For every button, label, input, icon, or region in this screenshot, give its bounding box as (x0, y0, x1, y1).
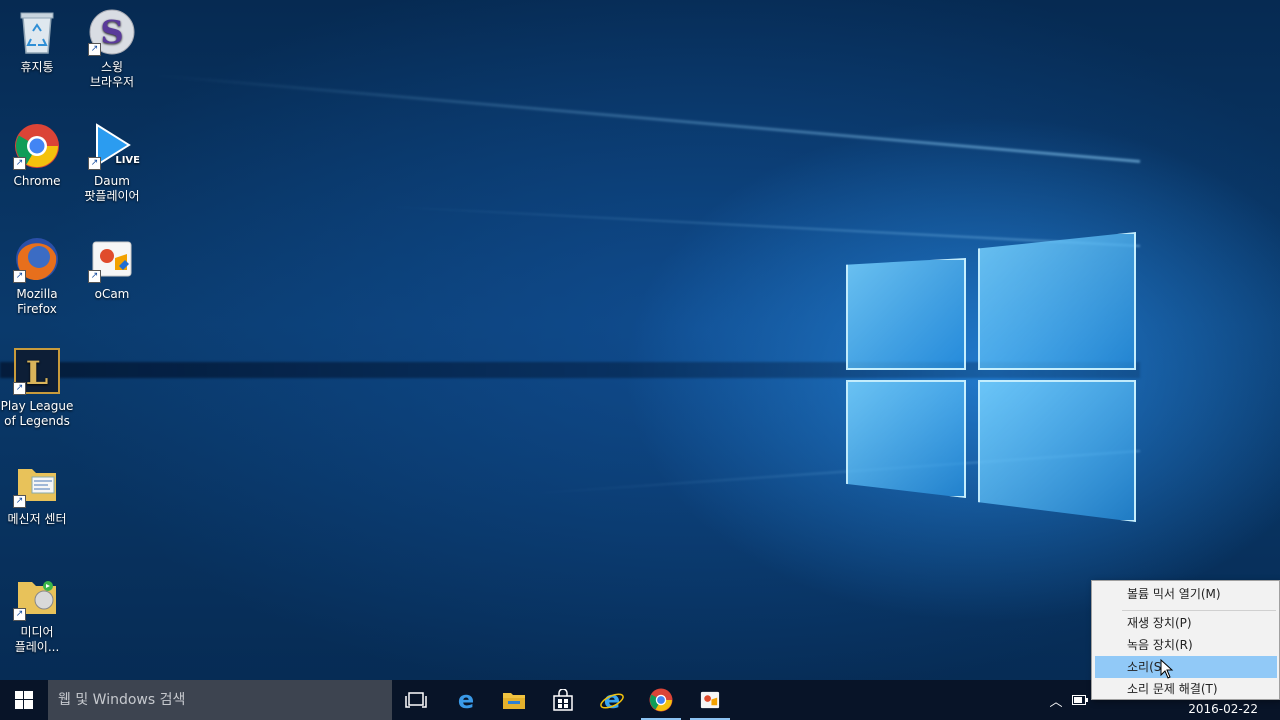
desktop-icon-label: 메신저 센터 (7, 512, 67, 526)
desktop-icon-league-of-legends[interactable]: L ↗ Play League of Legends (0, 347, 74, 429)
menu-item-sounds[interactable]: 소리(S) (1095, 656, 1277, 678)
menu-item-label: 재생 장치(P) (1127, 616, 1192, 630)
svg-text:e: e (458, 688, 474, 712)
shortcut-arrow-icon: ↗ (13, 157, 26, 170)
desktop-icon-daum-potplayer[interactable]: LIVE ↗ Daum 팟플레이어 (75, 122, 149, 204)
menu-item-open-volume-mixer[interactable]: 볼륨 믹서 열기(M) (1095, 583, 1277, 605)
battery-icon (1072, 695, 1088, 705)
mouse-cursor-icon (1160, 659, 1174, 679)
shortcut-arrow-icon: ↗ (88, 43, 101, 56)
shortcut-arrow-icon: ↗ (13, 608, 26, 621)
windows-logo-pane (978, 380, 1136, 522)
desktop-icon-recycle-bin[interactable]: 휴지통 (0, 8, 74, 75)
desktop-icon-label: 미디어 플레이... (14, 625, 60, 654)
search-placeholder: 웹 및 Windows 검색 (58, 692, 186, 708)
league-of-legends-icon: L ↗ (13, 347, 61, 395)
internet-explorer-icon: e (600, 688, 624, 712)
shortcut-arrow-icon: ↗ (88, 157, 101, 170)
desktop-icon-label: Mozilla Firefox (16, 287, 58, 316)
desktop-icon-firefox[interactable]: ↗ Mozilla Firefox (0, 235, 74, 317)
taskbar-edge-button[interactable]: e (442, 680, 490, 720)
desktop-icon-label: Daum 팟플레이어 (84, 174, 140, 203)
task-view-icon (405, 692, 427, 708)
start-button[interactable] (0, 680, 48, 720)
shortcut-arrow-icon: ↗ (88, 270, 101, 283)
wallpaper-shadow-band (0, 362, 1140, 378)
menu-item-label: 볼륨 믹서 열기(M) (1127, 587, 1221, 601)
menu-separator (1122, 610, 1276, 611)
live-badge: LIVE (115, 155, 140, 166)
ocam-icon: ↗ (88, 235, 136, 283)
daum-potplayer-icon: LIVE ↗ (88, 122, 140, 170)
windows-logo-pane (978, 232, 1136, 370)
menu-item-label: 녹음 장치(R) (1127, 638, 1193, 652)
windows-logo-icon (15, 691, 33, 709)
taskbar: 웹 및 Windows 검색 e e ︿ 2016-02-22 (0, 680, 1280, 720)
menu-item-playback-devices[interactable]: 재생 장치(P) (1095, 612, 1277, 634)
svg-text:S: S (100, 13, 123, 51)
menu-item-troubleshoot-sound[interactable]: 소리 문제 해결(T) (1095, 678, 1277, 700)
file-explorer-icon (503, 693, 525, 709)
ocam-icon (700, 691, 720, 709)
desktop-icon-label: oCam (94, 287, 130, 301)
taskbar-ocam-button[interactable] (686, 680, 734, 720)
shortcut-arrow-icon: ↗ (13, 495, 26, 508)
task-view-button[interactable] (392, 680, 440, 720)
messenger-center-folder-icon: ↗ (13, 460, 61, 508)
firefox-icon: ↗ (13, 235, 61, 283)
wallpaper-light-beam (380, 205, 1141, 247)
swing-browser-icon: S ↗ (88, 8, 136, 56)
taskbar-store-button[interactable] (539, 680, 587, 720)
desktop-icon-chrome[interactable]: ↗ Chrome (0, 122, 74, 189)
recycle-bin-icon (13, 8, 61, 56)
power-tray-button[interactable] (1070, 680, 1090, 720)
taskbar-internet-explorer-button[interactable]: e (588, 680, 636, 720)
volume-context-menu: 볼륨 믹서 열기(M) 재생 장치(P) 녹음 장치(R) 소리(S) 소리 문… (1091, 580, 1280, 700)
desktop-icon-ocam[interactable]: ↗ oCam (75, 235, 149, 302)
desktop-icon-label: 스윙 브라우저 (89, 60, 135, 89)
desktop-icon-label: Play League of Legends (0, 399, 74, 428)
shortcut-arrow-icon: ↗ (13, 382, 26, 395)
edge-icon: e (458, 688, 474, 712)
store-icon (553, 689, 573, 711)
chevron-up-icon: ︿ (1049, 694, 1063, 710)
clock-date[interactable]: 2016-02-22 (1188, 702, 1258, 716)
desktop-icon-swing-browser[interactable]: S ↗ 스윙 브라우저 (75, 8, 149, 90)
desktop-icon-label: Chrome (13, 174, 61, 188)
desktop-wallpaper (0, 0, 1280, 720)
windows-logo-pane (846, 258, 966, 370)
desktop-icon-label: 휴지통 (20, 60, 54, 74)
desktop-icon-messenger-center[interactable]: ↗ 메신저 센터 (0, 460, 74, 527)
chrome-icon: ↗ (13, 122, 61, 170)
taskbar-file-explorer-button[interactable] (490, 680, 538, 720)
show-hidden-icons-button[interactable]: ︿ (1046, 680, 1066, 720)
search-box[interactable]: 웹 및 Windows 검색 (48, 680, 392, 720)
svg-text:L: L (26, 354, 49, 392)
windows-logo-pane (846, 380, 966, 498)
menu-item-recording-devices[interactable]: 녹음 장치(R) (1095, 634, 1277, 656)
taskbar-chrome-button[interactable] (637, 680, 685, 720)
media-player-folder-icon: ↗ (13, 573, 61, 621)
shortcut-arrow-icon: ↗ (13, 270, 26, 283)
desktop-icon-media-player[interactable]: ↗ 미디어 플레이... (0, 573, 74, 655)
menu-item-label: 소리 문제 해결(T) (1127, 682, 1218, 696)
wallpaper-light-beam (153, 73, 1141, 163)
chrome-icon (649, 688, 673, 712)
